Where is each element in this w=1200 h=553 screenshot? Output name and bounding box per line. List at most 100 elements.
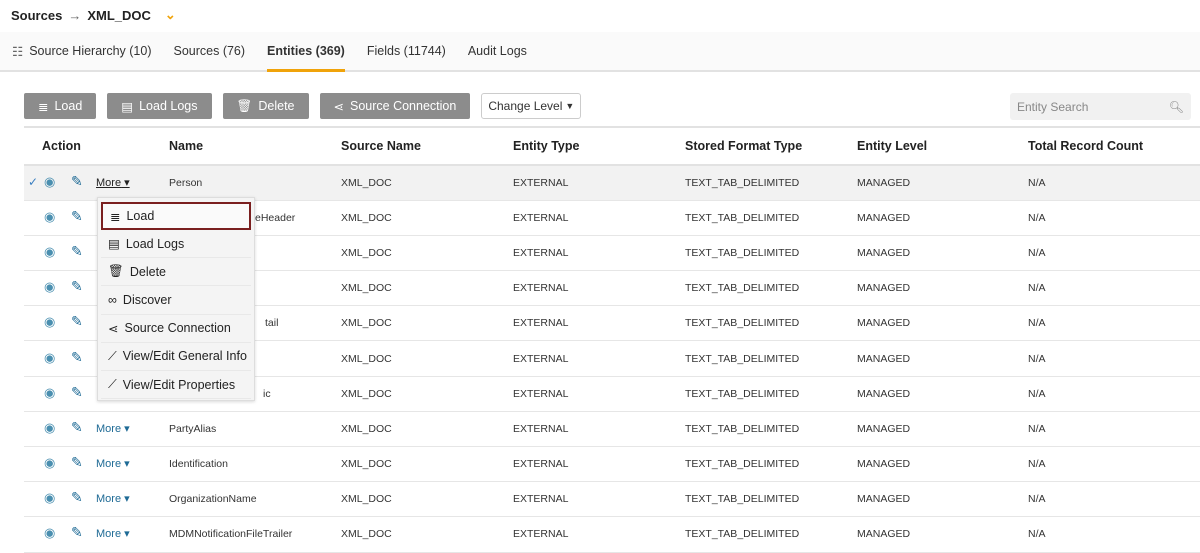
menu-item-label: View/Edit General Info (122, 349, 247, 364)
tab-entities[interactable]: Entities (369) (267, 31, 345, 72)
binoculars-icon: ∞ (108, 292, 117, 307)
share-icon: ⋖ (108, 321, 119, 336)
more-label: More (96, 176, 122, 189)
table-row[interactable]: ◉ ✎ More ▾ PartyAlias XML_DOC EXTERNAL TEXT_TA… (24, 411, 1200, 448)
change-level-select[interactable]: Change Level ▼ (481, 93, 582, 119)
more-label: More (96, 422, 122, 435)
name-cell: Identification (169, 446, 341, 483)
eye-icon[interactable]: ◉ (44, 279, 55, 295)
entity-type-cell: EXTERNAL (513, 200, 685, 236)
action-cell: ◉ ✎ More ▾ (24, 411, 169, 448)
menu-item-delete[interactable]: 🗑 Delete (101, 258, 251, 287)
table-row[interactable]: ◉ ✎ More ▾ Identification XML_DOC EXTERNAL TEX… (24, 446, 1200, 483)
menu-item-view-edit-properties[interactable]: ⟋ View/Edit Properties (101, 371, 251, 400)
header-name[interactable]: Name (169, 126, 341, 166)
pencil-icon[interactable]: ✎ (71, 489, 83, 506)
header-source-name[interactable]: Source Name (341, 126, 513, 166)
entity-type-cell: EXTERNAL (513, 446, 685, 483)
tab-fields[interactable]: Fields (11744) (367, 31, 446, 71)
more-menu-button[interactable]: More ▾ (96, 176, 130, 189)
breadcrumb-current: XML_DOC (87, 7, 151, 23)
source-name-cell: XML_DOC (341, 200, 513, 236)
trash-icon: 🗑 (108, 264, 124, 279)
eye-icon[interactable]: ◉ (44, 174, 55, 190)
menu-item-load-logs[interactable]: ▤ Load Logs (101, 230, 251, 259)
table-row[interactable]: ✓ ◉ ✎ More ▾ Person XML_DOC EXTERNAL TEXT_TAB_D… (24, 165, 1200, 201)
record-count-cell: N/A (1028, 411, 1200, 448)
eye-icon[interactable]: ◉ (44, 244, 55, 260)
entity-level-cell: MANAGED (857, 305, 1028, 342)
pencil-icon[interactable]: ✎ (71, 208, 83, 225)
pencil-icon[interactable]: ✎ (71, 349, 83, 366)
entity-type-cell: EXTERNAL (513, 411, 685, 448)
header-stored-format[interactable]: Stored Format Type (685, 126, 857, 166)
header-entity-level[interactable]: Entity Level (857, 126, 1028, 166)
tab-audit-logs[interactable]: Audit Logs (468, 31, 527, 71)
menu-item-label: Load (126, 209, 155, 223)
record-count-cell: N/A (1028, 340, 1200, 377)
load-icon: ≣ (110, 209, 121, 224)
table-row[interactable]: ◉ ✎ More ▾ MDMNotificationFileTrailer XML_DO… (24, 516, 1200, 553)
more-menu-button[interactable]: More ▾ (96, 457, 130, 470)
header-entity-type[interactable]: Entity Type (513, 126, 685, 166)
eye-icon[interactable]: ◉ (44, 385, 55, 401)
share-icon: ⋖ (333, 99, 344, 114)
eye-icon[interactable]: ◉ (44, 314, 55, 330)
eye-icon[interactable]: ◉ (44, 525, 55, 541)
tab-sources[interactable]: Sources (76) (173, 31, 245, 71)
header-total-record-count[interactable]: Total Record Count (1028, 126, 1200, 166)
menu-item-discover[interactable]: ∞ Discover (101, 286, 251, 315)
pencil-icon[interactable]: ✎ (71, 454, 83, 471)
more-menu-button[interactable]: More ▾ (96, 422, 130, 435)
eye-icon[interactable]: ◉ (44, 350, 55, 366)
breadcrumb-sources[interactable]: Sources (11, 8, 62, 23)
pencil-icon[interactable]: ✎ (71, 173, 83, 190)
load-icon: ≣ (38, 99, 49, 114)
eye-icon[interactable]: ◉ (44, 490, 55, 506)
pencil-icon[interactable]: ✎ (71, 278, 83, 295)
header-action: Action (24, 126, 169, 166)
record-count-cell: N/A (1028, 165, 1200, 201)
menu-item-view-edit-general-info[interactable]: ⟋ View/Edit General Info (101, 343, 251, 371)
table-row[interactable]: ◉ ✎ More ▾ OrganizationName XML_DOC EXTERNAL T… (24, 481, 1200, 518)
tab-bar: ☷ Source Hierarchy (10) Sources (76) Enti… (0, 32, 1200, 72)
eye-icon[interactable]: ◉ (44, 420, 55, 436)
menu-item-source-connection[interactable]: ⋖ Source Connection (101, 315, 251, 343)
more-menu-button[interactable]: More ▾ (96, 492, 130, 505)
more-menu-button[interactable]: More ▾ (96, 527, 130, 540)
stored-format-cell: TEXT_TAB_DELIMITED (685, 340, 857, 377)
load-logs-label: Load Logs (139, 99, 198, 113)
delete-label: Delete (258, 99, 295, 113)
breadcrumb: Sources → XML_DOC ⌄ (11, 7, 176, 23)
menu-item-load[interactable]: ≣ Load (101, 202, 251, 230)
record-count-cell: N/A (1028, 235, 1200, 272)
pencil-icon[interactable]: ✎ (71, 384, 83, 401)
search-placeholder: Entity Search (1017, 99, 1089, 114)
pencil-icon: ⟋ (108, 377, 117, 392)
pencil-icon[interactable]: ✎ (71, 419, 83, 436)
eye-icon[interactable]: ◉ (44, 209, 55, 225)
name-cell: Person (169, 165, 341, 201)
action-cell: ◉ ✎ More ▾ (24, 516, 169, 553)
delete-button[interactable]: 🗑 Delete (222, 93, 309, 119)
tab-source-hierarchy[interactable]: ☷ Source Hierarchy (10) (12, 31, 151, 71)
stored-format-cell: TEXT_TAB_DELIMITED (685, 376, 857, 412)
more-dropdown-menu: ≣ Load ▤ Load Logs 🗑 Delete ∞ Discover ⋖ Source C… (97, 197, 255, 401)
load-logs-button[interactable]: ▤ Load Logs (107, 93, 212, 119)
eye-icon[interactable]: ◉ (44, 455, 55, 471)
chevron-down-icon[interactable]: ⌄ (165, 7, 176, 23)
pencil-icon[interactable]: ✎ (71, 524, 83, 541)
stored-format-cell: TEXT_TAB_DELIMITED (685, 446, 857, 483)
pencil-icon: ⟋ (108, 348, 117, 363)
source-connection-button[interactable]: ⋖ Source Connection (319, 93, 471, 119)
load-button[interactable]: ≣ Load (24, 93, 97, 119)
pencil-icon[interactable]: ✎ (71, 313, 83, 330)
entity-search-input[interactable]: Entity Search 🔍︎ (1010, 93, 1191, 120)
record-count-cell: N/A (1028, 516, 1200, 553)
search-icon[interactable]: 🔍︎ (1169, 100, 1184, 114)
entity-type-cell: EXTERNAL (513, 340, 685, 377)
name-cell: OrganizationName (169, 481, 341, 518)
entity-level-cell: MANAGED (857, 446, 1028, 483)
more-label: More (96, 493, 122, 506)
pencil-icon[interactable]: ✎ (71, 243, 83, 260)
